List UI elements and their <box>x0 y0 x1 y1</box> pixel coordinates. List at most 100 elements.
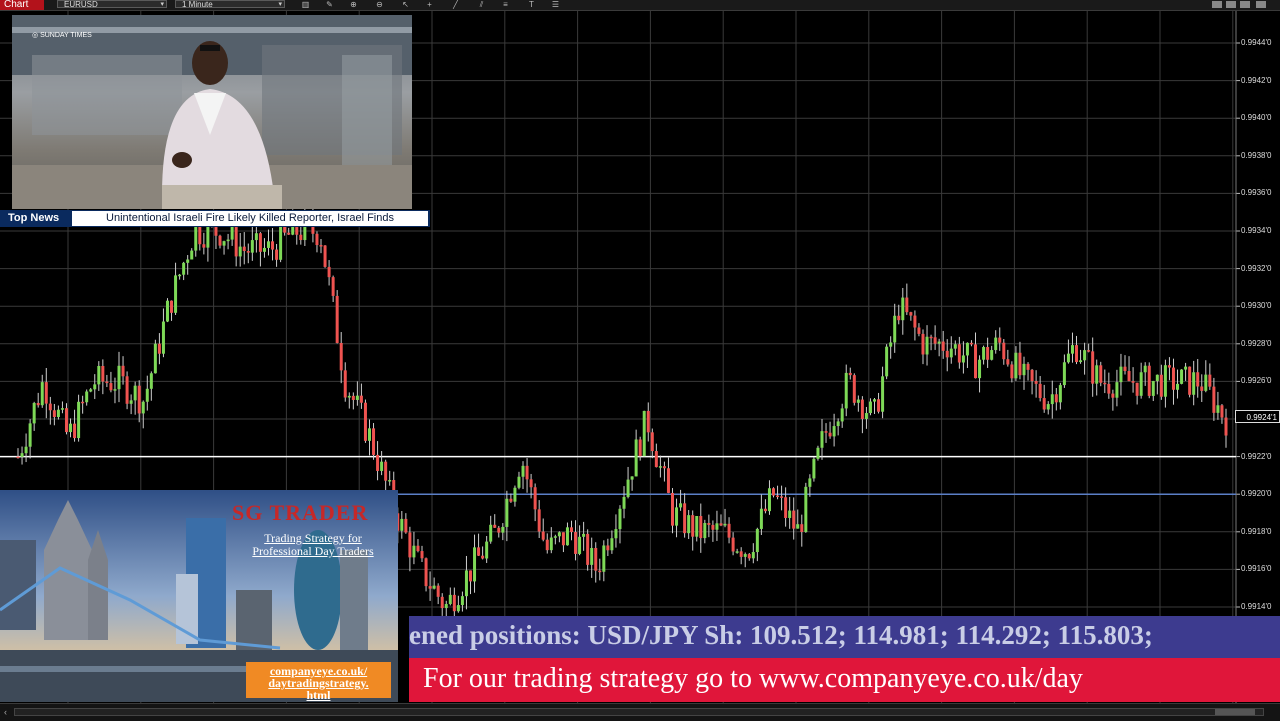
channel-icon[interactable]: ⫽ <box>476 0 487 9</box>
candle-body <box>412 545 416 558</box>
candle-body <box>582 533 586 537</box>
pencil-icon[interactable]: ✎ <box>324 0 335 9</box>
candle-body <box>481 555 485 559</box>
candle-body <box>1176 383 1180 390</box>
candle-body <box>521 465 525 477</box>
candle-body <box>998 337 1002 343</box>
ad-website-link[interactable]: companyeye.co.uk/ daytradingstrategy. ht… <box>246 662 391 701</box>
candle-body <box>52 410 56 418</box>
candle-body <box>537 509 541 532</box>
candle-body <box>1163 365 1167 397</box>
promo-ticker: For our trading strategy go to www.compa… <box>409 658 1280 702</box>
zoom-in-icon[interactable]: ⊕ <box>348 0 359 9</box>
candle-body <box>662 466 666 469</box>
candle-body <box>36 402 40 406</box>
candle-body <box>24 446 28 454</box>
list-icon[interactable]: ☰ <box>550 0 561 9</box>
maximize-button[interactable] <box>1240 1 1250 8</box>
ad-subtitle[interactable]: Trading Strategy for Professional Day Tr… <box>238 532 388 558</box>
chart-tab-label[interactable]: Chart <box>0 0 44 10</box>
candle-body <box>440 596 444 609</box>
candle-body <box>905 297 909 313</box>
price-axis-label: 0.9922'0 <box>1241 451 1272 461</box>
candle-body <box>424 558 428 587</box>
candle-body <box>182 262 186 275</box>
candle-body <box>864 413 868 419</box>
candle-body <box>820 431 824 448</box>
scroll-left-icon[interactable]: ‹ <box>4 707 7 717</box>
candle-body <box>565 527 569 546</box>
candle-body <box>359 395 363 403</box>
minimize-button[interactable] <box>1212 1 1222 8</box>
symbol-select[interactable]: EURUSD ▾ <box>57 0 167 8</box>
candle-body <box>89 389 93 392</box>
candle-body <box>1018 352 1022 376</box>
bars-icon[interactable]: ▥ <box>300 0 311 9</box>
candle-body <box>557 532 561 537</box>
crosshair-icon[interactable]: + <box>424 0 435 9</box>
candle-body <box>1103 382 1107 385</box>
candle-body <box>1119 366 1123 383</box>
candle-body <box>1002 342 1006 360</box>
candle-body <box>687 515 691 534</box>
candle-body <box>772 488 776 496</box>
candle-body <box>1054 394 1058 403</box>
candle-body <box>186 259 190 263</box>
candle-body <box>1123 366 1127 372</box>
candle-body <box>85 391 89 403</box>
candle-body <box>1107 383 1111 394</box>
candle-body <box>101 365 105 382</box>
price-axis-label: 0.9940'0 <box>1241 113 1272 123</box>
candle-body <box>266 241 270 248</box>
ad-banner[interactable]: SG TRADER Trading Strategy for Professio… <box>0 490 398 702</box>
candle-body <box>1091 351 1095 384</box>
candle-body <box>1159 374 1163 397</box>
cursor-icon[interactable]: ↖ <box>400 0 411 9</box>
price-axis-label: 0.9916'0 <box>1241 564 1272 574</box>
video-overlay[interactable]: ◎ SUNDAY TIMES <box>12 15 412 209</box>
candle-body <box>574 532 578 554</box>
candle-body <box>881 376 885 412</box>
candle-body <box>509 498 513 502</box>
candle-body <box>614 529 618 539</box>
candle-body <box>671 492 675 526</box>
zoom-out-icon[interactable]: ⊖ <box>374 0 385 9</box>
candle-body <box>1038 383 1042 399</box>
symbol-value: EURUSD <box>64 0 98 8</box>
trendline-icon[interactable]: ╱ <box>450 0 461 9</box>
candle-body <box>836 421 840 427</box>
candle-body <box>683 503 687 534</box>
candle-body <box>16 456 20 459</box>
restore-button[interactable] <box>1226 1 1236 8</box>
candle-body <box>376 454 380 471</box>
channel-logo: ◎ SUNDAY TIMES <box>32 31 92 39</box>
horizontal-levels <box>0 455 1236 495</box>
fibonacci-icon[interactable]: ≡ <box>500 0 511 9</box>
candle-body <box>731 537 735 552</box>
price-axis-label: 0.9944'0 <box>1241 38 1272 47</box>
candle-body <box>707 522 711 525</box>
candle-body <box>485 541 489 559</box>
candle-body <box>1171 367 1175 390</box>
candle-body <box>275 249 279 260</box>
scroll-thumb[interactable] <box>1215 709 1255 715</box>
candle-body <box>493 524 497 528</box>
candle-body <box>921 333 925 355</box>
candle-body <box>606 545 610 551</box>
close-button[interactable] <box>1256 1 1266 8</box>
timeframe-select[interactable]: 1 Minute ▾ <box>175 0 285 8</box>
candle-body <box>824 431 828 433</box>
price-axis-label: 0.9938'0 <box>1241 150 1272 160</box>
candle-body <box>525 465 529 480</box>
candle-body <box>1180 369 1184 384</box>
price-axis-label: 0.9926'0 <box>1241 376 1272 386</box>
candle-body <box>1151 381 1155 396</box>
horizontal-scrollbar[interactable] <box>14 708 1264 716</box>
candle-body <box>1208 374 1212 387</box>
candle-body <box>125 376 129 404</box>
candle-body <box>1204 374 1208 391</box>
candle-body <box>129 400 133 404</box>
text-icon[interactable]: T <box>526 0 537 9</box>
candle-body <box>602 545 606 572</box>
candle-body <box>719 523 723 526</box>
